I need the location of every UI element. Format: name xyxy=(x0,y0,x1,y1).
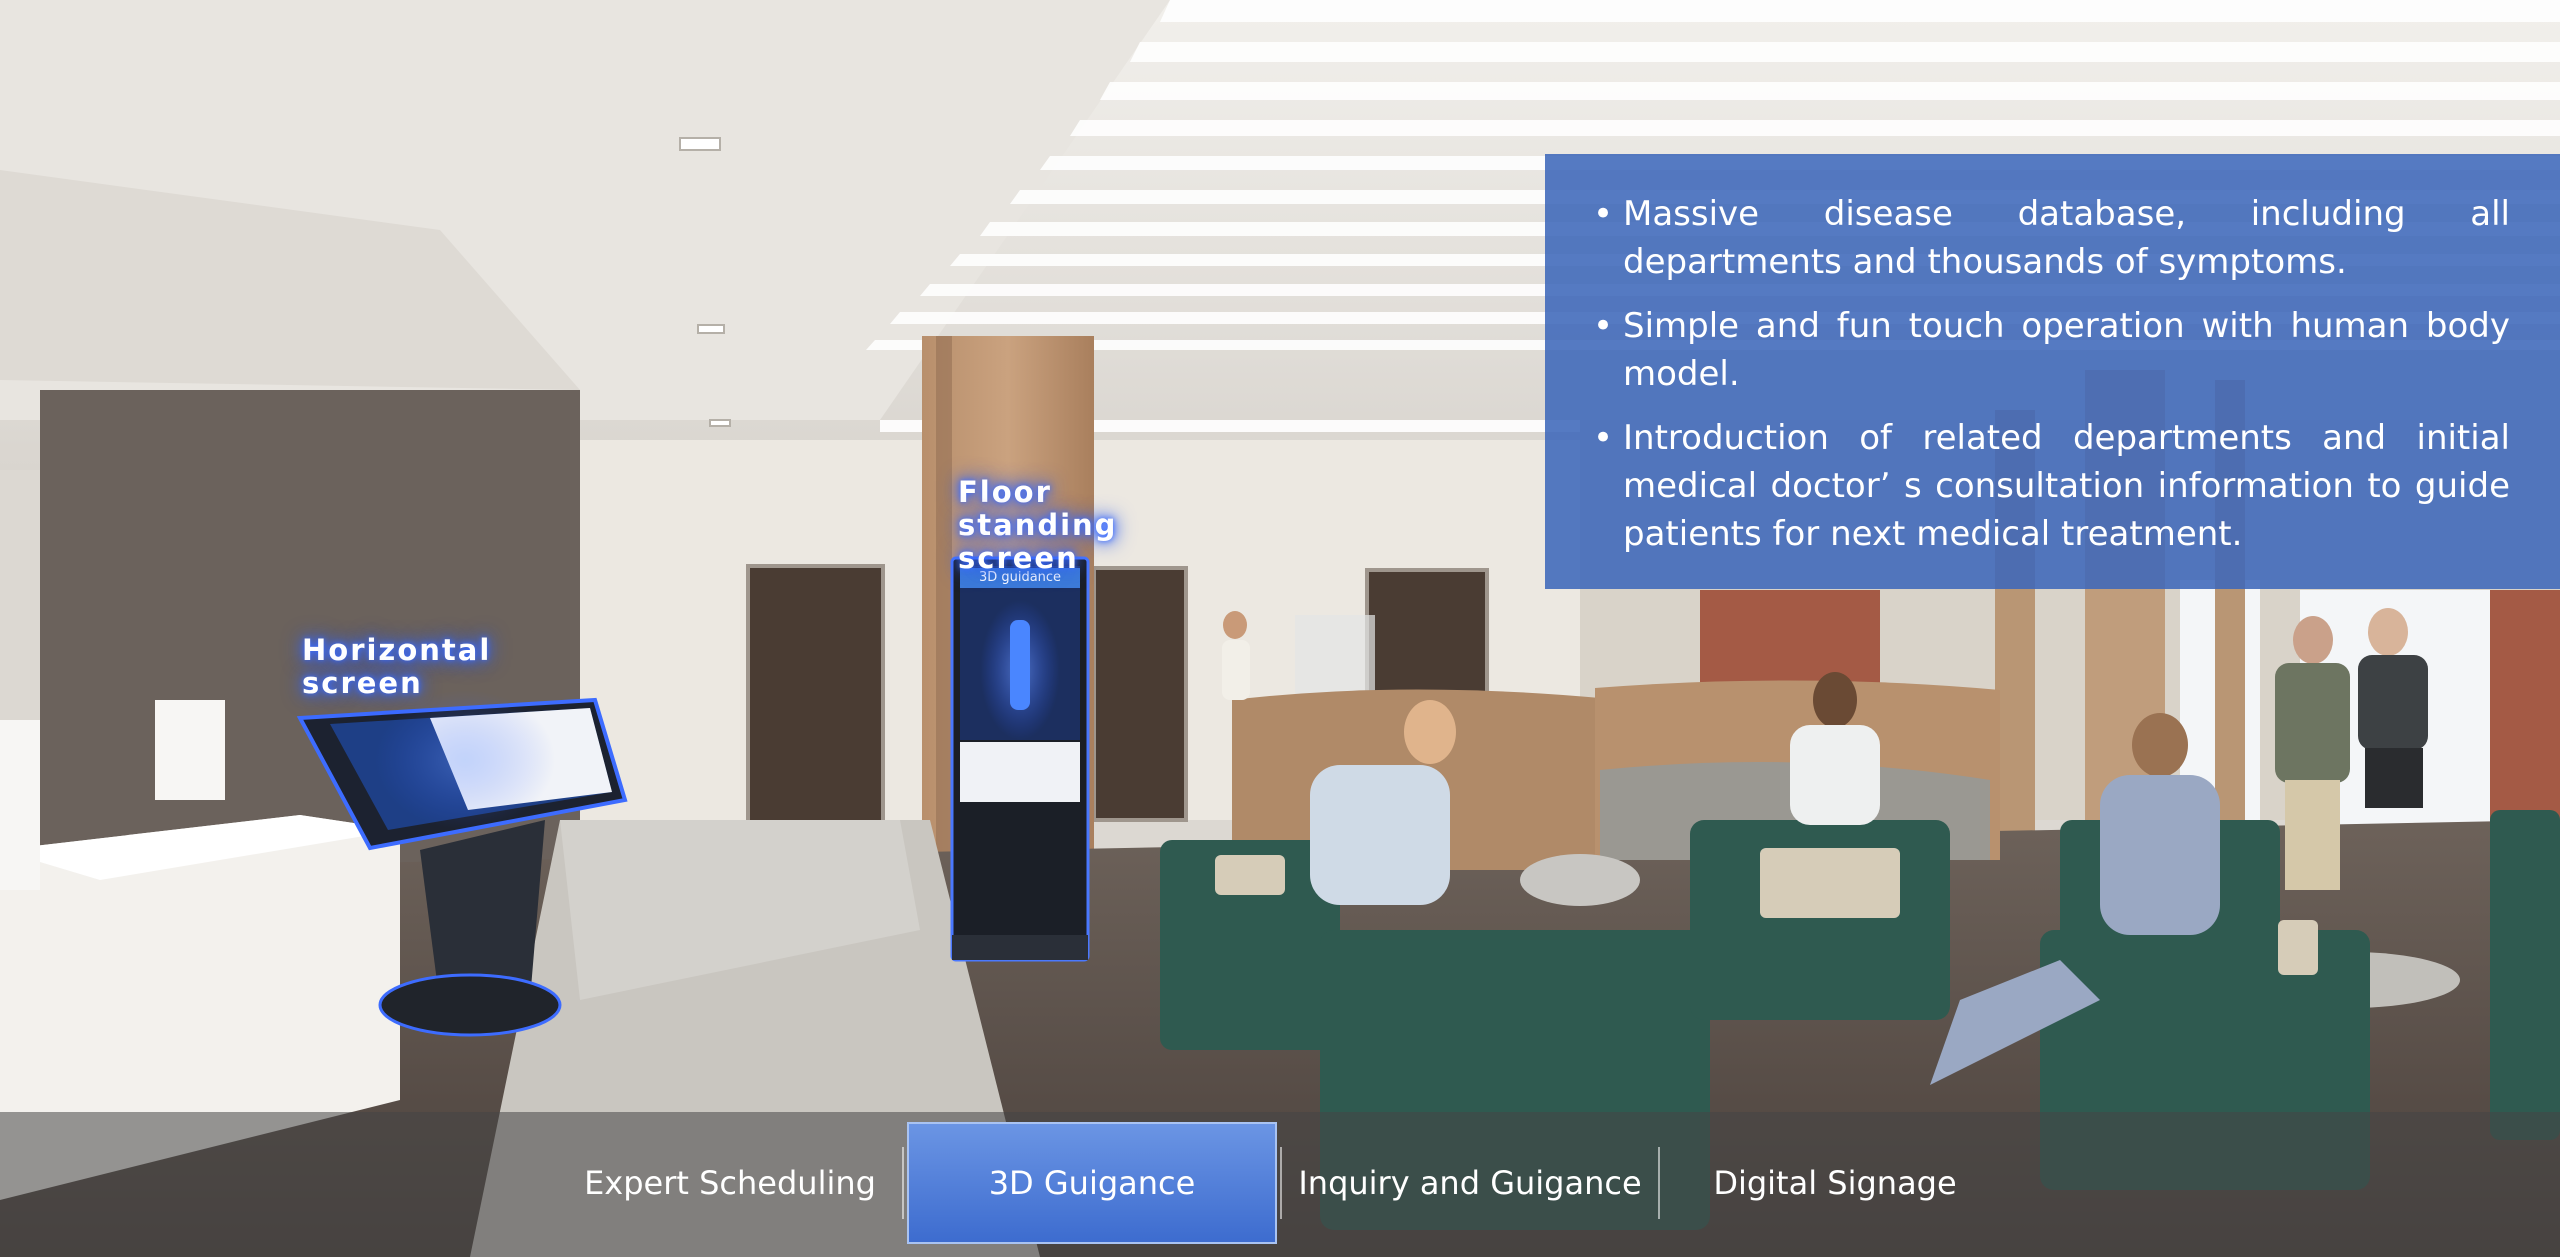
tab-digital-signage[interactable]: Digital Signage xyxy=(1665,1122,2005,1244)
horizontal-label-text: Horizontal screen xyxy=(302,633,492,700)
feature-bullet: Simple and fun touch operation with huma… xyxy=(1593,302,2510,398)
floor-standing-screen-label: Floor standing screen xyxy=(958,476,1208,575)
feature-info-panel: Massive disease database, including all … xyxy=(1545,154,2560,589)
tab-divider xyxy=(902,1147,904,1219)
floor-standing-label-text: Floor standing screen xyxy=(958,475,1118,575)
tab-expert-scheduling[interactable]: Expert Scheduling xyxy=(560,1122,900,1244)
feature-bullet-list: Massive disease database, including all … xyxy=(1593,190,2510,558)
tab-divider xyxy=(1658,1147,1660,1219)
feature-bullet: Massive disease database, including all … xyxy=(1593,190,2510,286)
tab-divider xyxy=(1280,1147,1282,1219)
horizontal-screen-label: Horizontal screen xyxy=(302,633,492,700)
feature-bullet: Introduction of related departments and … xyxy=(1593,414,2510,558)
tab-inquiry-and-guigance[interactable]: Inquiry and Guigance xyxy=(1285,1122,1655,1244)
tab-3d-guigance[interactable]: 3D Guigance xyxy=(907,1122,1277,1244)
hospital-lobby-rendering: 3D guidance Floor standing screen Horizo… xyxy=(0,0,2560,1257)
